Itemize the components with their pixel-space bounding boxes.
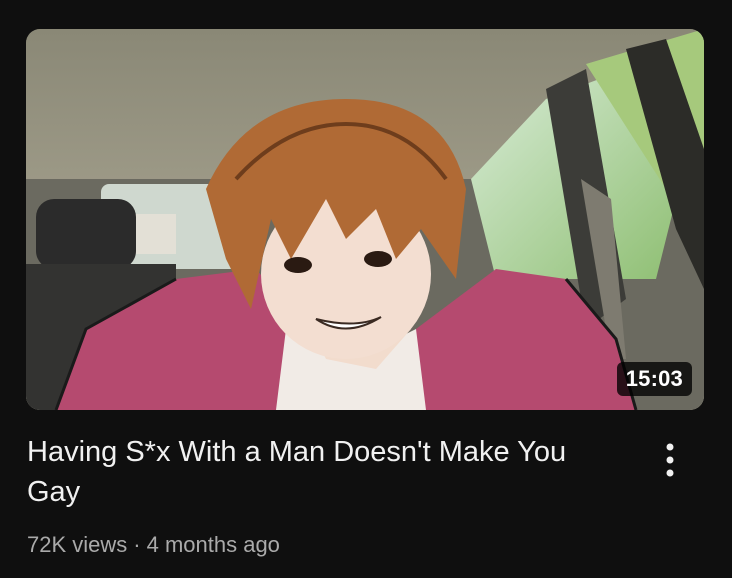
video-card: 15:03 Having S*x With a Man Doesn't Make…: [0, 0, 732, 578]
more-vert-icon: [666, 443, 674, 477]
upload-age: 4 months ago: [146, 532, 280, 557]
video-thumbnail[interactable]: 15:03: [26, 29, 704, 410]
video-title[interactable]: Having S*x With a Man Doesn't Make You G…: [27, 432, 617, 512]
more-options-button[interactable]: [650, 436, 690, 484]
duration-badge: 15:03: [616, 362, 692, 396]
thumbnail-image: [26, 29, 704, 410]
view-count: 72K views: [27, 532, 128, 557]
meta-separator: ·: [133, 532, 141, 557]
video-metadata: 72K views · 4 months ago: [27, 530, 280, 560]
